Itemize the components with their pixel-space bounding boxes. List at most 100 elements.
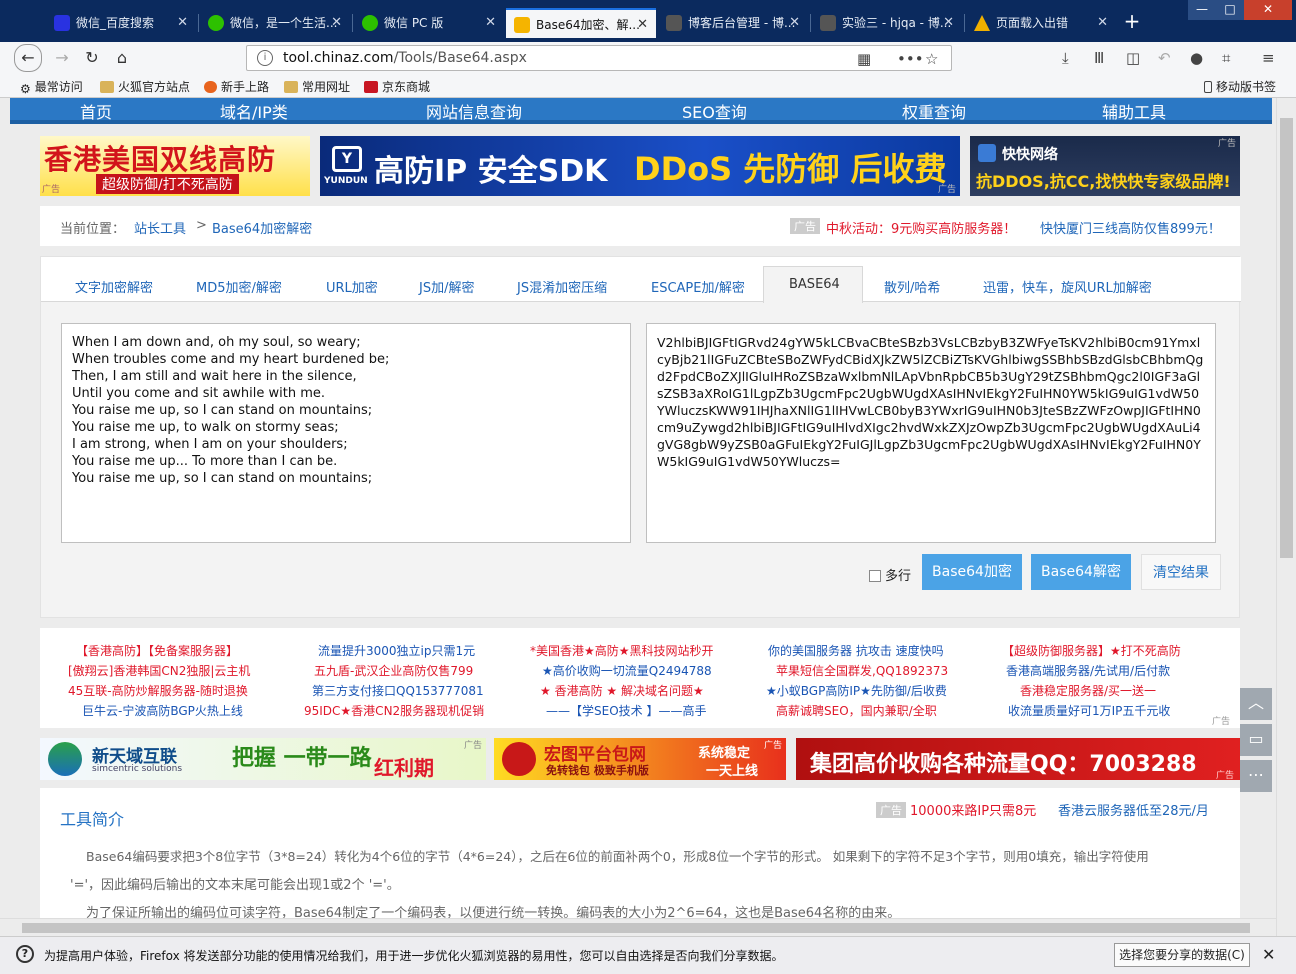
breadcrumb-link-tools[interactable]: 站长工具 <box>134 218 186 237</box>
ad-link[interactable]: ——【学SEO技术 】——高手 <box>546 702 706 719</box>
bookmark-common-sites[interactable]: 常用网址 <box>284 78 350 95</box>
ad-link[interactable]: 【超级防御服务器】★打不死高防 <box>1002 642 1181 659</box>
tab-close-icon[interactable]: ✕ <box>789 8 800 38</box>
site-nav-domain-ip[interactable]: 域名/IP类 <box>220 99 288 123</box>
checkbox-box[interactable] <box>869 570 881 582</box>
back-arrow-icon[interactable]: ← <box>14 44 42 72</box>
ad-link[interactable]: 香港稳定服务器/买一送一 <box>1020 682 1156 699</box>
undo-icon[interactable]: ↶ <box>1158 46 1171 70</box>
site-nav-seo[interactable]: SEO查询 <box>682 99 747 123</box>
library-icon[interactable]: Ⅲ <box>1094 46 1104 70</box>
multiline-checkbox[interactable]: 多行 <box>869 565 911 584</box>
ad-link[interactable]: 你的美国服务器 抗攻击 速度快吗 <box>768 642 944 659</box>
mobile-bookmarks[interactable]: 移动版书签 <box>1204 78 1276 95</box>
ad-link[interactable]: 45互联-高防炒解服务器-随时退换 <box>68 682 248 699</box>
reload-icon[interactable]: ↻ <box>80 46 104 70</box>
ad-banner-hongtu[interactable]: 宏图平台包网 免转钱包 极致手机版 系统稳定 一天上线 广告 <box>494 738 786 780</box>
ad-banner-yundun[interactable]: Y YUNDUN 高防IP 安全SDK DDoS 先防御 后收费 广告 <box>320 136 960 196</box>
url-bar[interactable]: i tool.chinaz.com/Tools/Base64.aspx ▦ ••… <box>246 45 952 71</box>
more-icon[interactable]: ⋯ <box>1240 760 1272 792</box>
scrollbar-thumb[interactable] <box>22 923 1250 933</box>
site-info-icon[interactable]: i <box>257 50 273 66</box>
tab-escape[interactable]: ESCAPE加/解密 <box>651 277 745 296</box>
clear-result-button[interactable]: 清空结果 <box>1141 554 1221 590</box>
ad-link[interactable]: 高薪诚聘SEO，国内兼职/全职 <box>776 702 937 719</box>
scroll-to-top-icon[interactable]: ︿ <box>1240 688 1272 720</box>
tab-md5[interactable]: MD5加密/解密 <box>196 277 282 296</box>
base64-decode-button[interactable]: Base64解密 <box>1031 554 1131 590</box>
choose-data-button[interactable]: 选择您要分享的数据(C) <box>1114 943 1250 967</box>
site-nav-weight[interactable]: 权重查询 <box>902 99 966 123</box>
home-icon[interactable]: ⌂ <box>110 46 134 70</box>
horizontal-scrollbar[interactable] <box>0 918 1276 936</box>
ad-link[interactable]: *美国香港★高防★黑科技网站秒开 <box>530 642 714 659</box>
new-tab-button[interactable]: + <box>1120 8 1144 36</box>
ad-link[interactable]: 收流量质量好可1万IP五千元收 <box>1008 702 1170 719</box>
bookmark-most-visited[interactable]: ⚙ 最常访问 <box>20 78 83 96</box>
tab-base64[interactable]: BASE64 <box>789 277 840 292</box>
output-textarea[interactable]: V2hlbiBJIGFtIGRvd24gYW5kLCBvaCBteSBzb3Vs… <box>646 323 1216 543</box>
ad-link[interactable]: 95IDC★香港CN2服务器现机促销 <box>304 702 484 719</box>
ad-link[interactable]: 巨牛云-宁波高防BGP火热上线 <box>82 702 243 719</box>
browser-tab[interactable]: 微信，是一个生活... ✕ <box>200 8 350 38</box>
ad-link[interactable]: 【香港高防】【免备案服务器】 <box>76 642 238 659</box>
download-icon[interactable]: ⤓ <box>1062 46 1069 70</box>
ad-link[interactable]: 第三方支付接口QQ153777081 <box>312 682 484 699</box>
tab-close-icon[interactable]: ✕ <box>177 8 188 38</box>
tab-thunder-url[interactable]: 迅雷，快车，旋风URL加解密 <box>983 277 1152 296</box>
sidebar-icon[interactable]: ◫ <box>1126 46 1140 70</box>
browser-tab[interactable]: 实验三 - hjqa - 博... ✕ <box>812 8 962 38</box>
ad-link[interactable]: ★ 香港高防 ★ 解决域名问题★ <box>540 682 704 699</box>
ad-banner-traffic[interactable]: 集团高价收购各种流量QQ：7003288 广告 <box>796 738 1240 780</box>
tab-close-icon[interactable]: ✕ <box>943 8 954 38</box>
window-close-button[interactable]: ✕ <box>1244 0 1292 20</box>
ad-banner-kuaikuai[interactable]: 快快网络 抗DDOS,抗CC,找快快专家级品牌! 广告 <box>970 136 1240 196</box>
window-maximize-button[interactable]: □ <box>1216 0 1244 20</box>
bookmark-jd[interactable]: 京东商城 <box>364 78 430 95</box>
promo-link[interactable]: 10000来路IP只需8元 <box>910 800 1036 819</box>
promo-link[interactable]: 中秋活动：9元购买高防服务器！ <box>826 218 1016 237</box>
ad-banner-hk-us[interactable]: 香港美国双线高防 超级防御/打不死高防 广告 <box>40 136 310 196</box>
bookmark-getting-started[interactable]: 新手上路 <box>204 78 269 95</box>
window-minimize-button[interactable]: — <box>1188 0 1216 20</box>
ad-link[interactable]: 苹果短信全国群发,QQ1892373 <box>776 662 948 679</box>
crop-icon[interactable]: ⌗ <box>1222 46 1230 70</box>
close-icon[interactable]: ✕ <box>1262 945 1275 964</box>
tab-close-icon[interactable]: ✕ <box>331 8 342 38</box>
tab-close-icon[interactable]: ✕ <box>637 10 648 38</box>
feedback-icon[interactable]: ▭ <box>1240 724 1272 756</box>
base64-encode-button[interactable]: Base64加密 <box>922 554 1022 590</box>
promo-link[interactable]: 香港云服务器低至28元/月 <box>1058 800 1209 819</box>
browser-tab[interactable]: 微信_百度搜索 ✕ <box>46 8 196 38</box>
tab-close-icon[interactable]: ✕ <box>485 8 496 38</box>
ad-link[interactable]: ★小蚁BGP高防IP★先防御/后收费 <box>766 682 947 699</box>
menu-icon[interactable]: ≡ <box>1262 46 1275 70</box>
bookmark-firefox-site[interactable]: 火狐官方站点 <box>100 78 190 95</box>
vertical-scrollbar[interactable] <box>1276 98 1296 936</box>
tab-js-obfuscate[interactable]: JS混淆加密压缩 <box>517 277 607 296</box>
ad-link[interactable]: [傲翔云]香港韩国CN2独服|云主机 <box>68 662 250 679</box>
browser-tab[interactable]: 博客后台管理 - 博... ✕ <box>658 8 808 38</box>
input-textarea[interactable]: When I am down and, oh my soul, so weary… <box>61 323 631 543</box>
chat-icon[interactable]: ● <box>1190 46 1203 70</box>
tab-js[interactable]: JS加/解密 <box>419 277 474 296</box>
ad-link[interactable]: 香港高端服务器/先试用/后付款 <box>1006 662 1170 679</box>
tab-text-encrypt[interactable]: 文字加密解密 <box>75 277 153 296</box>
ad-link[interactable]: ★高价收购一切流量Q2494788 <box>542 662 712 679</box>
scrollbar-thumb[interactable] <box>1280 118 1293 558</box>
qr-code-icon[interactable]: ▦ <box>857 47 871 71</box>
promo-link[interactable]: 快快厦门三线高防仅售899元！ <box>1040 218 1221 237</box>
tab-hash[interactable]: 散列/哈希 <box>884 277 940 296</box>
ad-banner-simcentric[interactable]: 新天域互联 simcentric solutions 把握 一带一路 红利期 广… <box>40 738 486 780</box>
site-nav-tools[interactable]: 辅助工具 <box>1102 99 1166 123</box>
site-nav-site-info[interactable]: 网站信息查询 <box>426 99 522 123</box>
browser-tab[interactable]: 页面载入出错 ✕ <box>966 8 1116 38</box>
bookmark-star-icon[interactable]: ☆ <box>925 47 938 71</box>
ad-link[interactable]: 流量提升3000独立ip只需1元 <box>318 642 475 659</box>
ad-link[interactable]: 五九盾-武汉企业高防仅售799 <box>314 662 473 679</box>
browser-tab[interactable]: 微信 PC 版 ✕ <box>354 8 504 38</box>
tab-url[interactable]: URL加密 <box>326 277 378 296</box>
browser-tab-active[interactable]: Base64加密、解... ✕ <box>506 8 656 38</box>
page-actions-icon[interactable]: ••• <box>897 47 924 71</box>
site-nav-home[interactable]: 首页 <box>80 99 112 123</box>
